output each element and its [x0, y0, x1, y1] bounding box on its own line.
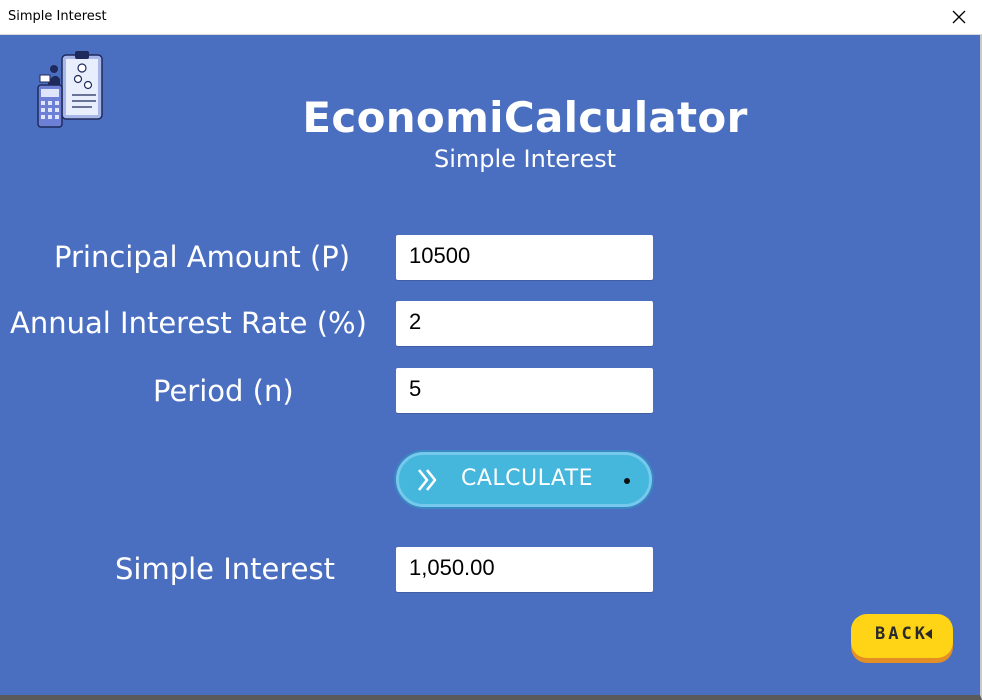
window-title: Simple Interest: [8, 9, 107, 24]
triangle-left-icon: [925, 629, 932, 639]
principal-input[interactable]: 10500: [396, 235, 653, 280]
rate-input[interactable]: 2: [396, 301, 653, 346]
double-chevron-right-icon: [417, 469, 437, 491]
period-label: Period (n): [153, 374, 294, 408]
period-input[interactable]: 5: [396, 368, 653, 413]
principal-label: Principal Amount (P): [54, 240, 351, 274]
back-button[interactable]: BACK: [851, 614, 953, 658]
rate-label: Annual Interest Rate (%): [10, 306, 367, 340]
close-icon: [952, 10, 966, 24]
cursor-dot: [624, 478, 630, 484]
back-button-label: BACK: [875, 624, 928, 644]
page-subtitle: Simple Interest: [433, 145, 617, 173]
calculate-button[interactable]: CALCULATE: [396, 452, 652, 507]
app-title: EconomiCalculator: [302, 93, 748, 142]
window-titlebar: Simple Interest: [0, 0, 982, 35]
close-button[interactable]: [936, 0, 982, 34]
result-output[interactable]: 1,050.00: [396, 547, 653, 592]
main-panel: EconomiCalculator Simple Interest Princi…: [0, 35, 982, 700]
calculate-button-label: CALCULATE: [461, 466, 594, 491]
result-label: Simple Interest: [115, 552, 335, 586]
